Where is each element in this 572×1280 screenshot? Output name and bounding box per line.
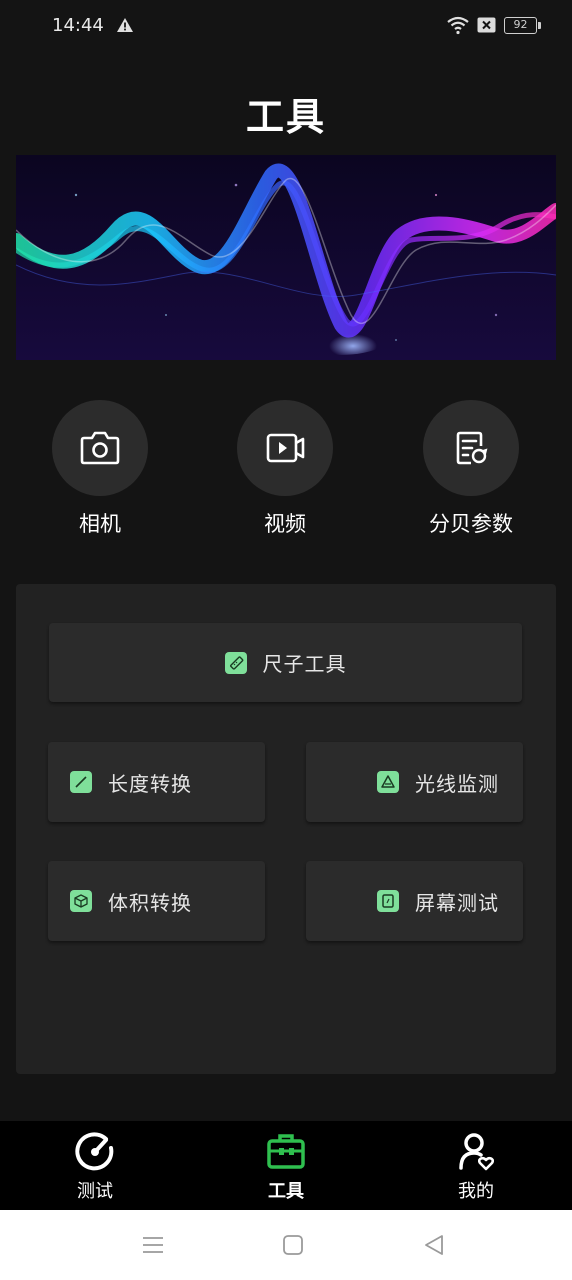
- camera-label: 相机: [79, 512, 121, 536]
- nav-item-tools[interactable]: 工具: [226, 1121, 346, 1210]
- page-title: 工具: [245, 95, 326, 139]
- cube-icon: [70, 890, 92, 912]
- ruler-tool-button[interactable]: 尺子工具: [49, 623, 522, 702]
- home-icon[interactable]: [280, 1232, 306, 1258]
- back-icon[interactable]: [421, 1232, 447, 1258]
- decibel-button[interactable]: [423, 400, 519, 496]
- profile-icon: [459, 1133, 495, 1171]
- video-icon: [266, 433, 305, 463]
- no-sim-icon: [477, 17, 496, 33]
- camera-icon: [80, 431, 120, 465]
- status-bar: 14:44 92: [0, 0, 572, 52]
- ruler-tool-label: 尺子工具: [262, 652, 347, 676]
- toolbox-icon: [267, 1134, 305, 1169]
- nav-label-tools: 工具: [268, 1181, 304, 1202]
- nav-item-profile[interactable]: 我的: [416, 1121, 536, 1210]
- nav-item-test[interactable]: 测试: [35, 1121, 155, 1210]
- screen-icon: [377, 890, 399, 912]
- camera-button[interactable]: [52, 400, 148, 496]
- camera-tool[interactable]: 相机: [30, 400, 170, 540]
- length-convert-label: 长度转换: [108, 771, 192, 796]
- system-nav-bar: [0, 1210, 572, 1280]
- screen-test-label: 屏幕测试: [415, 890, 499, 915]
- length-convert-button[interactable]: 长度转换: [48, 742, 265, 822]
- ruler-icon: [224, 651, 247, 674]
- status-time: 14:44: [52, 15, 104, 36]
- wifi-icon: [447, 16, 469, 35]
- volume-convert-button[interactable]: 体积转换: [48, 861, 265, 941]
- light-monitor-button[interactable]: 光线监测: [306, 742, 523, 822]
- tools-panel: 尺子工具 长度转换 光线监测 体积转换 屏幕测试: [16, 584, 556, 1074]
- warning-icon: [117, 18, 133, 32]
- length-icon: [70, 771, 92, 793]
- screen-test-button[interactable]: 屏幕测试: [306, 861, 523, 941]
- video-label: 视频: [264, 512, 306, 536]
- decibel-tool[interactable]: 分贝参数: [401, 400, 541, 540]
- battery-indicator: 92: [504, 17, 541, 34]
- decibel-icon: [456, 431, 488, 465]
- light-icon: [377, 771, 399, 793]
- video-tool[interactable]: 视频: [215, 400, 355, 540]
- nav-label-test: 测试: [77, 1181, 113, 1202]
- volume-convert-label: 体积转换: [108, 890, 192, 915]
- video-button[interactable]: [237, 400, 333, 496]
- gauge-icon: [75, 1132, 114, 1171]
- decibel-label: 分贝参数: [429, 512, 513, 536]
- sound-wave-banner: [16, 155, 556, 360]
- menu-icon[interactable]: [140, 1232, 166, 1258]
- bottom-nav: 测试 工具 我的: [0, 1121, 572, 1210]
- light-monitor-label: 光线监测: [415, 771, 499, 796]
- nav-label-profile: 我的: [458, 1181, 494, 1202]
